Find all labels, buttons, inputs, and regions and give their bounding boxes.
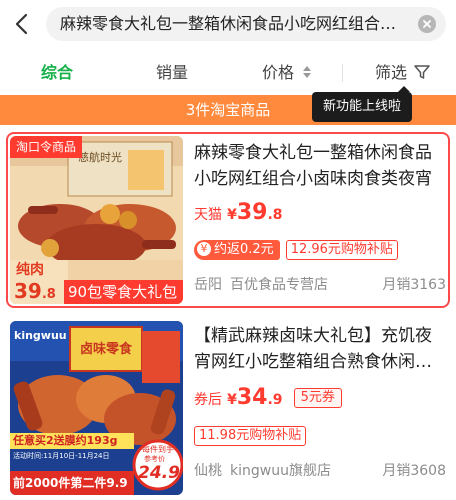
subsidy-badge: 12.96元购物补贴 xyxy=(285,240,398,260)
tab-filter-label: 筛选 xyxy=(375,63,408,82)
tab-sales[interactable]: 销量 xyxy=(156,63,188,83)
image-badge-price: 24.9 xyxy=(138,463,180,483)
image-caption-small: 纯肉 xyxy=(16,262,44,278)
image-slogan: 90包零食大礼包 xyxy=(68,283,178,301)
image-bottom-slogan: 前2000件第二件9.9 xyxy=(13,476,128,490)
product-title[interactable]: 【精武麻辣卤味大礼包】充饥夜宵网红小吃整箱组合熟食休闲零食 xyxy=(194,323,444,375)
subsidy-badge: 11.98元购物补贴 xyxy=(194,426,307,446)
price-prefix: 券后 xyxy=(194,392,222,408)
rebate-text: 约返0.2元 xyxy=(214,242,274,257)
shop-location: 岳阳 xyxy=(194,277,222,293)
shop-name[interactable]: kingwuu旗舰店 xyxy=(230,463,331,479)
product-image[interactable]: 卤味零食 kingwuu 任意买2送膜约193g 活动时间:11月10日-11月… xyxy=(10,321,183,495)
sort-tabs: 综合 销量 价格 筛选 xyxy=(0,50,456,94)
image-box-text: 慈航时光 xyxy=(78,150,122,164)
image-caption: 任意买2送膜约193g xyxy=(13,434,118,447)
image-box-text: 卤味零食 xyxy=(80,341,133,357)
shop-meta: 岳阳 百优食品专营店 月销3163 xyxy=(194,276,446,294)
top-search-bar: 麻辣零食大礼包一整箱休闲食品小吃网红组合小卤味肉食类夜宵 xyxy=(0,0,456,50)
price-row: 天猫 ¥39.8 xyxy=(194,200,283,226)
price-row: 券后 ¥34.9 5元券 xyxy=(194,385,342,411)
rebate-badge: ¥ 约返0.2元 xyxy=(194,240,280,260)
price-currency: ¥ xyxy=(227,392,237,408)
image-badge-top: 每件到手 xyxy=(142,445,174,454)
price-integer: 34 xyxy=(236,385,268,410)
coupon-badge[interactable]: 5元券 xyxy=(293,388,342,408)
shop-name[interactable]: 百优食品专营店 xyxy=(230,277,328,293)
price-decimal: .8 xyxy=(267,207,283,223)
back-arrow-icon[interactable] xyxy=(8,10,36,38)
tab-filter[interactable]: 筛选 xyxy=(375,63,431,83)
image-price-int: 39 xyxy=(14,279,42,303)
image-date: 活动时间:11月10日-11月24日 xyxy=(13,452,110,460)
tab-comprehensive[interactable]: 综合 xyxy=(41,63,73,83)
product-card[interactable]: 卤味零食 kingwuu 任意买2送膜约193g 活动时间:11月10日-11月… xyxy=(0,316,456,500)
filter-funnel-icon xyxy=(414,65,430,79)
tooltip-arrow xyxy=(398,86,410,92)
search-query[interactable]: 麻辣零食大礼包一整箱休闲食品小吃网红组合小卤味肉食类夜宵 xyxy=(60,14,405,34)
monthly-sales: 月销3608 xyxy=(382,463,446,479)
product-title[interactable]: 麻辣零食大礼包一整箱休闲食品小吃网红组合小卤味肉食类夜宵 xyxy=(194,140,444,192)
shop-meta: 仙桃 kingwuu旗舰店 月销3608 xyxy=(194,462,446,480)
tab-price[interactable]: 价格 xyxy=(262,63,312,83)
image-price: 39.8 xyxy=(14,280,56,304)
clear-search-icon[interactable] xyxy=(418,15,436,33)
price-integer: 39 xyxy=(236,200,268,225)
product-card[interactable]: 慈航时光 淘口令商品 纯肉 39.8 90包零食大礼包 麻辣零食大礼包一整箱休闲… xyxy=(0,128,456,310)
brand-logo: kingwuu xyxy=(14,329,67,342)
tooltip-text: 新功能上线啦 xyxy=(322,99,401,114)
price-prefix: 天猫 xyxy=(194,207,222,223)
promo-tags: 11.98元购物补贴 xyxy=(194,424,307,446)
image-price-dec: .8 xyxy=(41,287,56,302)
tab-divider xyxy=(342,64,343,82)
price-decimal: .9 xyxy=(267,392,283,408)
price-currency: ¥ xyxy=(227,207,237,223)
tab-price-label: 价格 xyxy=(262,63,295,82)
search-input[interactable]: 麻辣零食大礼包一整箱休闲食品小吃网红组合小卤味肉食类夜宵 xyxy=(46,7,446,41)
shop-location: 仙桃 xyxy=(194,463,222,479)
corner-tag: 淘口令商品 xyxy=(16,140,77,154)
product-image[interactable]: 慈航时光 淘口令商品 纯肉 39.8 90包零食大礼包 xyxy=(10,136,183,304)
monthly-sales: 月销3163 xyxy=(382,277,446,293)
new-feature-tooltip[interactable]: 新功能上线啦 xyxy=(312,86,412,122)
promo-tags: ¥ 约返0.2元 12.96元购物补贴 xyxy=(194,238,398,260)
rebate-coin-icon: ¥ xyxy=(197,242,211,256)
sort-updown-icon xyxy=(303,66,312,78)
